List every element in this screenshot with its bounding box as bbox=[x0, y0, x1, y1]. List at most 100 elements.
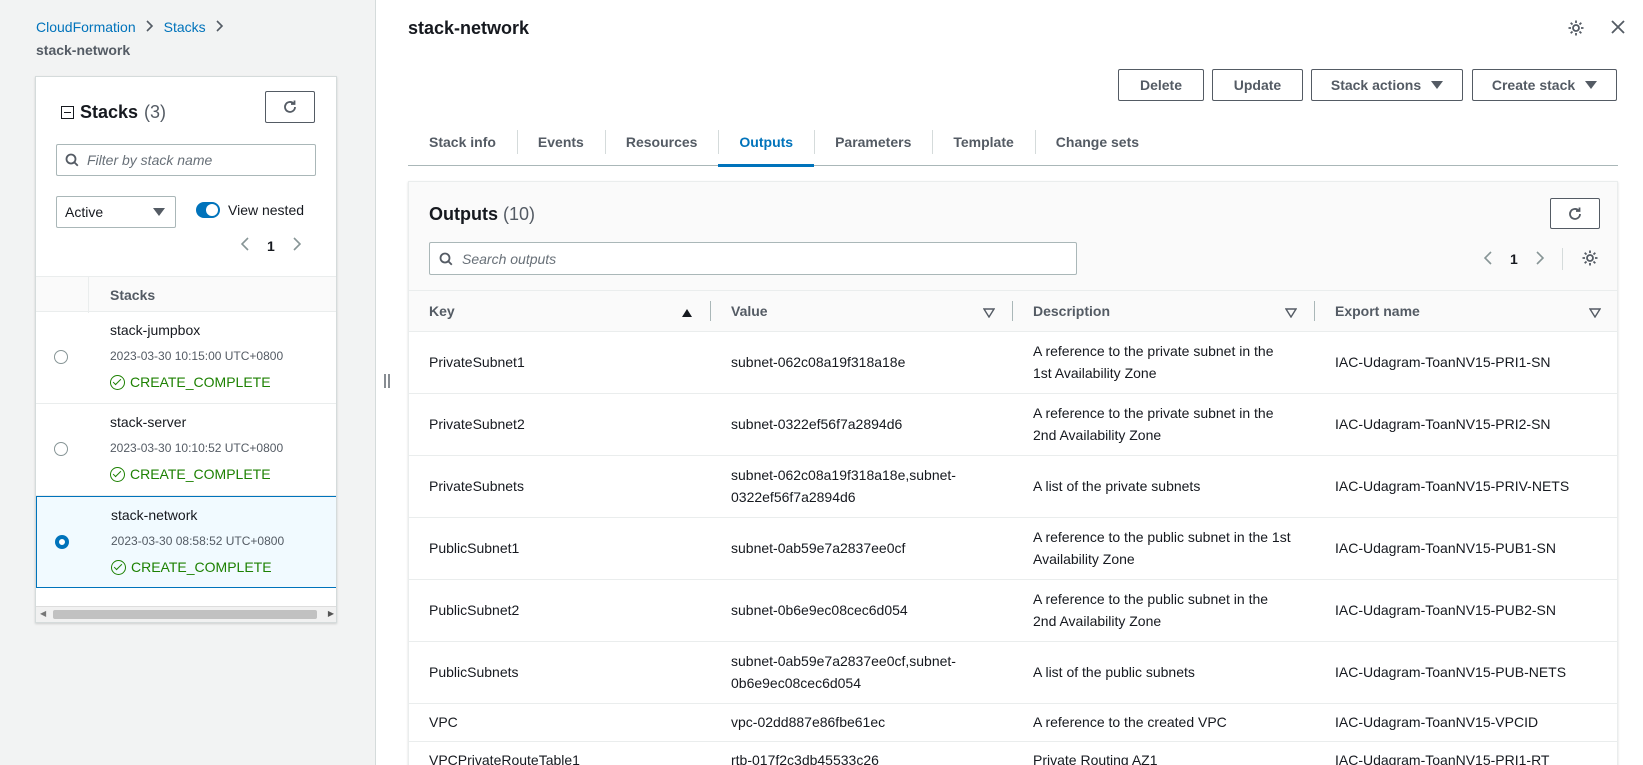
breadcrumb-current: stack-network bbox=[36, 42, 131, 58]
stack-status: CREATE_COMPLETE bbox=[110, 466, 271, 482]
output-value: subnet-0b6e9ec08cec6d054 bbox=[711, 579, 1013, 642]
breadcrumb-stacks[interactable]: Stacks bbox=[164, 19, 206, 35]
stack-actions-button[interactable]: Stack actions bbox=[1311, 69, 1463, 101]
tab-outputs[interactable]: Outputs bbox=[718, 118, 814, 167]
collapse-icon[interactable] bbox=[61, 106, 74, 119]
stack-actions-label: Stack actions bbox=[1330, 77, 1422, 93]
outputs-count: (10) bbox=[503, 204, 536, 224]
chevron-right-icon bbox=[216, 19, 224, 35]
tab-change-sets[interactable]: Change sets bbox=[1034, 118, 1160, 166]
update-button[interactable]: Update bbox=[1212, 69, 1303, 101]
page-title: stack-network bbox=[408, 18, 530, 38]
panel-resize-handle[interactable] bbox=[383, 374, 391, 391]
stack-name[interactable]: stack-jumpbox bbox=[110, 322, 200, 338]
stack-radio-selected[interactable] bbox=[55, 535, 69, 549]
stacks-panel-title: Stacks bbox=[80, 102, 139, 122]
table-row: PublicSubnet2 subnet-0b6e9ec08cec6d054 A… bbox=[409, 579, 1617, 642]
stack-radio[interactable] bbox=[54, 442, 68, 456]
output-value: vpc-02dd887e86fbe61ec bbox=[711, 703, 1013, 742]
search-outputs-input[interactable]: Search outputs bbox=[429, 242, 1077, 275]
scroll-right-icon[interactable]: ▶ bbox=[328, 609, 334, 618]
output-key: PublicSubnet2 bbox=[409, 579, 711, 642]
stack-name[interactable]: stack-server bbox=[110, 414, 186, 430]
status-filter-select[interactable]: Active bbox=[56, 196, 176, 228]
column-divider bbox=[88, 277, 89, 313]
column-header-export-name[interactable]: Export name bbox=[1315, 291, 1617, 332]
stack-date: 2023-03-30 08:58:52 UTC+0800 bbox=[111, 534, 285, 548]
output-value: rtb-017f2c3db45533c26 bbox=[711, 741, 1013, 765]
stack-status-text: CREATE_COMPLETE bbox=[130, 466, 271, 482]
scrollbar-thumb[interactable] bbox=[53, 610, 317, 619]
table-row: PrivateSubnets subnet-062c08a19f318a18e,… bbox=[409, 455, 1617, 518]
output-key: PrivateSubnets bbox=[409, 455, 711, 518]
stack-row-selected[interactable]: stack-network 2023-03-30 08:58:52 UTC+08… bbox=[36, 496, 336, 588]
refresh-stacks-button[interactable] bbox=[265, 91, 315, 123]
output-key: PublicSubnet1 bbox=[409, 517, 711, 580]
breadcrumb-cloudformation[interactable]: CloudFormation bbox=[36, 19, 136, 35]
output-export-name: IAC-Udagram-ToanNV15-VPCID bbox=[1315, 703, 1617, 742]
stacks-panel-header: Stacks (3) bbox=[61, 102, 166, 123]
sort-icon[interactable] bbox=[1284, 305, 1298, 321]
sort-ascending-icon[interactable] bbox=[681, 305, 693, 321]
stack-radio[interactable] bbox=[54, 350, 68, 364]
column-header-key[interactable]: Key bbox=[409, 291, 711, 332]
output-value: subnet-0322ef56f7a2894d6 bbox=[711, 393, 1013, 456]
column-header-description[interactable]: Description bbox=[1013, 291, 1315, 332]
stack-date: 2023-03-30 10:15:00 UTC+0800 bbox=[110, 349, 284, 363]
filter-stacks-placeholder: Filter by stack name bbox=[87, 152, 213, 168]
table-preferences-gear-icon[interactable] bbox=[1581, 249, 1599, 270]
stack-status: CREATE_COMPLETE bbox=[110, 374, 271, 390]
tab-stack-info[interactable]: Stack info bbox=[408, 118, 517, 166]
view-nested-toggle-group: View nested bbox=[196, 202, 304, 218]
output-export-name: IAC-Udagram-ToanNV15-PUB1-SN bbox=[1315, 517, 1617, 580]
stacks-page-number[interactable]: 1 bbox=[267, 238, 275, 254]
tab-template[interactable]: Template bbox=[932, 118, 1034, 166]
output-export-name: IAC-Udagram-ToanNV15-PUB2-SN bbox=[1315, 579, 1617, 642]
scroll-left-icon[interactable]: ◀ bbox=[40, 609, 46, 618]
stack-status-text: CREATE_COMPLETE bbox=[131, 559, 272, 575]
view-nested-toggle[interactable] bbox=[196, 202, 220, 218]
output-value: subnet-0ab59e7a2837ee0cf bbox=[711, 517, 1013, 580]
stacks-count: (3) bbox=[144, 102, 167, 122]
create-stack-button[interactable]: Create stack bbox=[1472, 69, 1617, 101]
output-key: VPC bbox=[409, 703, 711, 742]
column-description-label: Description bbox=[1033, 302, 1111, 319]
column-header-value[interactable]: Value bbox=[711, 291, 1013, 332]
caret-down-icon bbox=[153, 208, 165, 216]
prev-page-icon[interactable] bbox=[1483, 250, 1492, 268]
filter-stacks-input[interactable]: Filter by stack name bbox=[56, 144, 316, 176]
tab-resources[interactable]: Resources bbox=[604, 118, 719, 166]
delete-button-label: Delete bbox=[1139, 77, 1183, 93]
stack-row[interactable]: stack-jumpbox 2023-03-30 10:15:00 UTC+08… bbox=[36, 312, 336, 404]
output-description: A reference to the private subnet in the… bbox=[1013, 331, 1315, 394]
horizontal-scrollbar[interactable]: ◀ ▶ bbox=[36, 606, 336, 622]
next-page-icon[interactable] bbox=[293, 237, 301, 254]
output-description: A reference to the public subnet in the … bbox=[1013, 517, 1315, 580]
output-description: A reference to the public subnet in the … bbox=[1013, 579, 1315, 642]
update-button-label: Update bbox=[1233, 77, 1282, 93]
refresh-icon bbox=[284, 100, 296, 113]
sort-icon[interactable] bbox=[1588, 305, 1602, 321]
settings-gear-icon[interactable] bbox=[1567, 19, 1585, 40]
table-row: PublicSubnets subnet-0ab59e7a2837ee0cf,s… bbox=[409, 641, 1617, 704]
delete-button[interactable]: Delete bbox=[1118, 69, 1204, 101]
stacks-sidebar: CloudFormation Stacks stack-network Stac… bbox=[0, 0, 376, 765]
refresh-outputs-button[interactable] bbox=[1550, 198, 1600, 229]
next-page-icon[interactable] bbox=[1536, 250, 1544, 268]
output-description: Private Routing AZ1 bbox=[1013, 741, 1315, 765]
detail-tabs: Stack info Events Resources Outputs Para… bbox=[408, 118, 1618, 167]
tab-events[interactable]: Events bbox=[516, 118, 605, 166]
output-export-name: IAC-Udagram-ToanNV15-PUB-NETS bbox=[1315, 641, 1617, 704]
tab-parameters[interactable]: Parameters bbox=[814, 118, 932, 166]
output-key: VPCPrivateRouteTable1 bbox=[409, 741, 711, 765]
sort-icon[interactable] bbox=[982, 305, 996, 321]
outputs-page-number[interactable]: 1 bbox=[1510, 251, 1518, 267]
stack-name[interactable]: stack-network bbox=[111, 507, 197, 523]
prev-page-icon[interactable] bbox=[240, 237, 249, 254]
close-icon[interactable] bbox=[1610, 19, 1626, 38]
view-nested-label: View nested bbox=[228, 202, 305, 218]
table-row: PrivateSubnet2 subnet-0322ef56f7a2894d6 … bbox=[409, 393, 1617, 456]
column-export-name-label: Export name bbox=[1335, 302, 1420, 319]
refresh-icon bbox=[1569, 207, 1581, 220]
stack-row[interactable]: stack-server 2023-03-30 10:10:52 UTC+080… bbox=[36, 404, 336, 496]
